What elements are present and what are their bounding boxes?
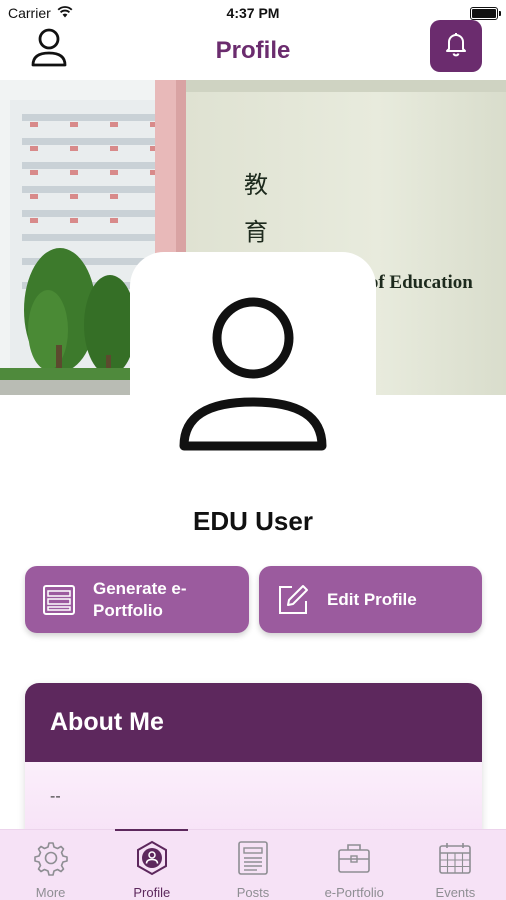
about-content: -- [25,762,482,833]
avatar-card [130,252,376,502]
posts-icon [235,840,271,876]
tab-more-label: More [35,885,66,900]
about-card: About Me -- [25,683,482,833]
tab-events-label: Events [435,885,476,900]
notifications-button[interactable] [430,20,482,72]
briefcase-icon [336,840,372,876]
tab-bar: More Profile Posts e-Portfolio Events [0,829,506,900]
edit-profile-button[interactable]: Edit Profile [259,566,482,633]
calendar-icon [437,840,473,876]
tab-events[interactable]: Events [405,830,506,900]
generate-eportfolio-button[interactable]: Generate e-Portfolio [25,566,249,633]
tab-more[interactable]: More [0,830,101,900]
user-name: EDU User [193,506,313,536]
generate-eportfolio-label: Generate e-Portfolio [93,578,187,620]
bell-icon [441,29,471,64]
edit-icon [275,582,311,618]
tab-profile[interactable]: Profile [101,829,202,900]
profile-badge-icon [134,840,170,876]
gear-icon [33,840,69,876]
about-title: About Me [25,683,482,762]
tab-profile-label: Profile [133,885,171,900]
nav-header: Profile [0,18,506,80]
tab-eportfolio[interactable]: e-Portfolio [304,830,405,900]
sign-char-2: 育 [244,218,268,246]
edit-profile-label: Edit Profile [327,589,417,609]
sign-char-1: 教 [244,171,268,199]
tab-posts-label: Posts [236,885,270,900]
document-icon [41,582,77,618]
user-avatar-icon [173,294,333,457]
tab-eportfolio-label: e-Portfolio [324,885,384,900]
active-tab-indicator [115,829,189,831]
tab-posts[interactable]: Posts [202,830,303,900]
